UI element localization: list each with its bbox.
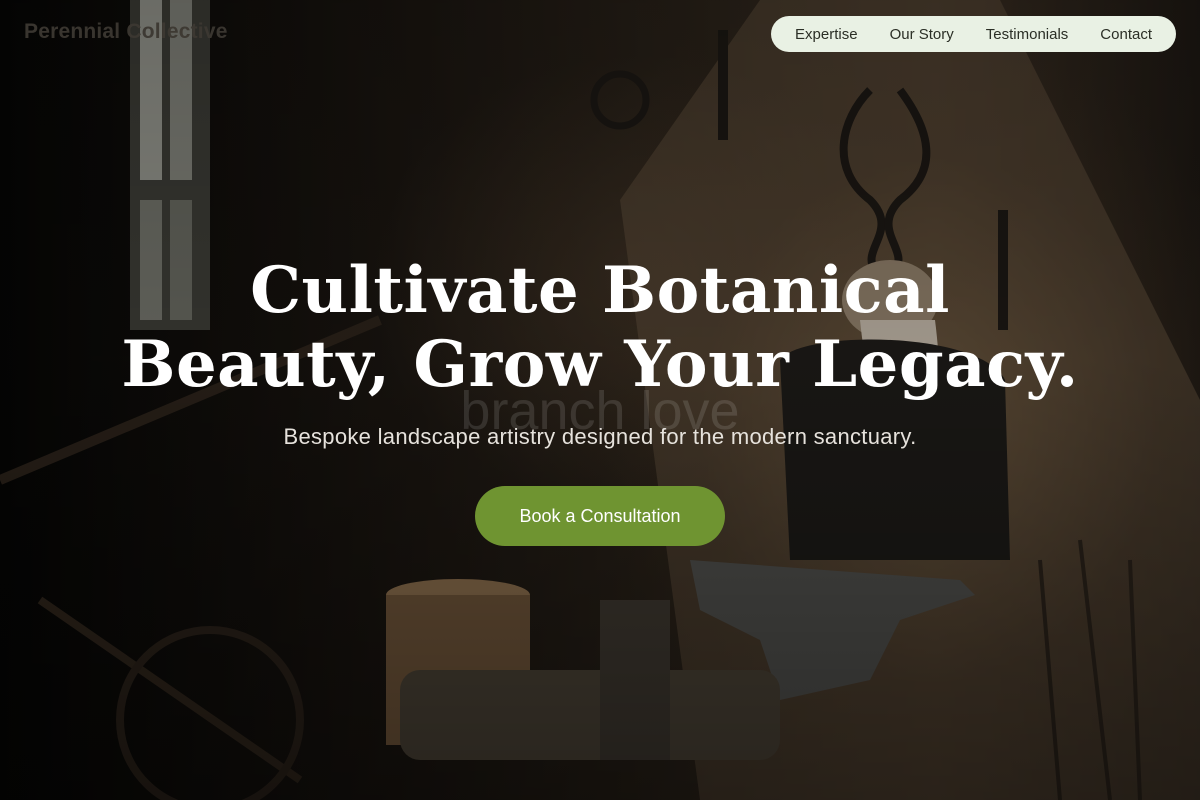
nav-link-expertise[interactable]: Expertise	[795, 26, 858, 43]
main-nav: Expertise Our Story Testimonials Contact	[771, 16, 1176, 52]
nav-link-contact[interactable]: Contact	[1100, 26, 1152, 43]
hero-headline-line1: Cultivate Botanical	[250, 253, 950, 328]
hero-subtitle: Bespoke landscape artistry designed for …	[283, 424, 917, 449]
hero-section: Perennial Collective Expertise Our Story…	[0, 0, 1200, 800]
book-consultation-button[interactable]: Book a Consultation	[475, 486, 725, 546]
brand-logo[interactable]: Perennial Collective	[24, 20, 228, 44]
nav-link-our-story[interactable]: Our Story	[890, 26, 954, 43]
nav-link-testimonials[interactable]: Testimonials	[986, 26, 1069, 43]
